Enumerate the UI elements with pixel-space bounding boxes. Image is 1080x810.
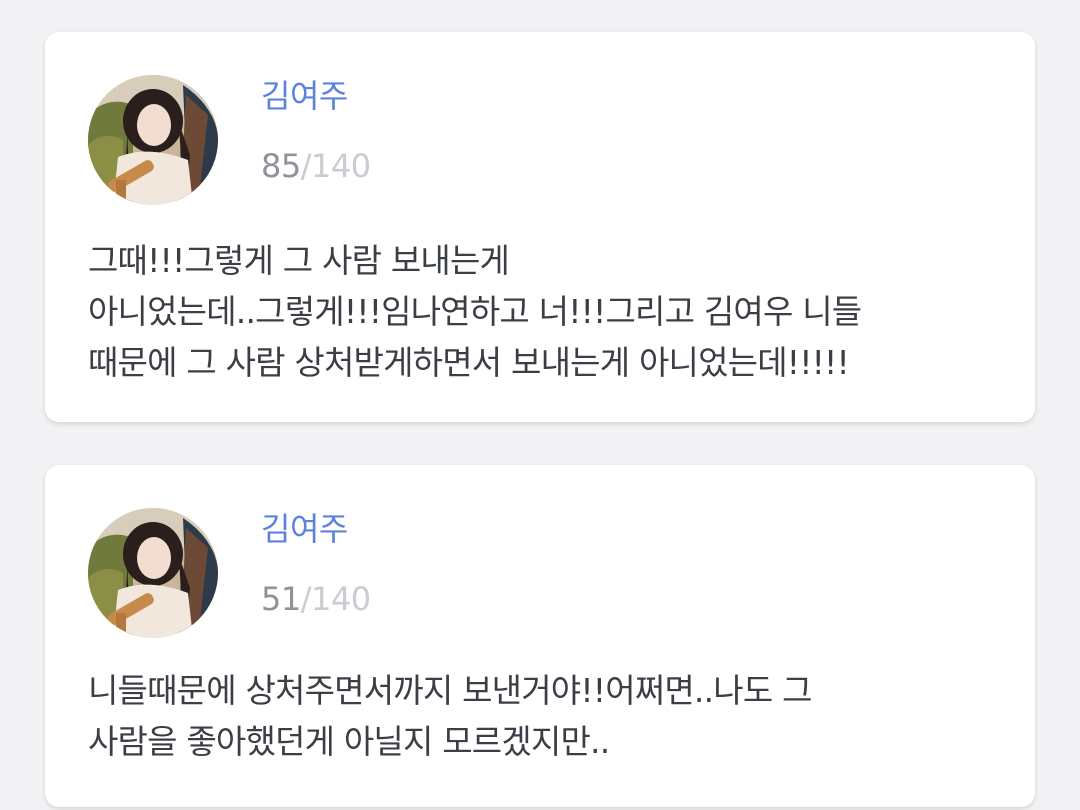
post-text-line: 그때!!!그렇게 그 사람 보내는게 [88,241,510,280]
post-text: 니들때문에 상처주면서까지 보낸거야!!어쩌면..나도 그 사람을 좋아했던게 … [88,665,1008,767]
author-name[interactable]: 김여주 [261,76,348,116]
char-count-max: 140 [311,580,371,618]
char-count-separator: / [300,147,312,185]
char-counter: 51/140 [261,579,371,619]
post-text-line: 아니었는데..그렇게!!!임나연하고 너!!!그리고 김여우 니들 [88,292,862,331]
post-text-line: 니들때문에 상처주면서까지 보낸거야!!어쩌면..나도 그 [88,671,812,710]
char-count-current: 85 [261,147,301,185]
avatar[interactable] [88,75,218,205]
profile-photo-icon [88,508,218,638]
profile-photo-icon [88,75,218,205]
char-count-current: 51 [261,580,301,618]
char-count-max: 140 [311,147,371,185]
post-card: 김여주 85/140 그때!!!그렇게 그 사람 보내는게 아니었는데..그렇게… [45,32,1035,422]
post-text-line: 때문에 그 사람 상처받게하면서 보내는게 아니었는데!!!!! [88,343,850,382]
avatar[interactable] [88,508,218,638]
char-count-separator: / [300,580,312,618]
post-card: 김여주 51/140 니들때문에 상처주면서까지 보낸거야!!어쩌면..나도 그… [45,465,1035,807]
char-counter: 85/140 [261,146,371,186]
post-text: 그때!!!그렇게 그 사람 보내는게 아니었는데..그렇게!!!임나연하고 너!… [88,235,1008,388]
post-text-line: 사람을 좋아했던게 아닐지 모르겠지만.. [88,722,610,761]
author-name[interactable]: 김여주 [261,509,348,549]
